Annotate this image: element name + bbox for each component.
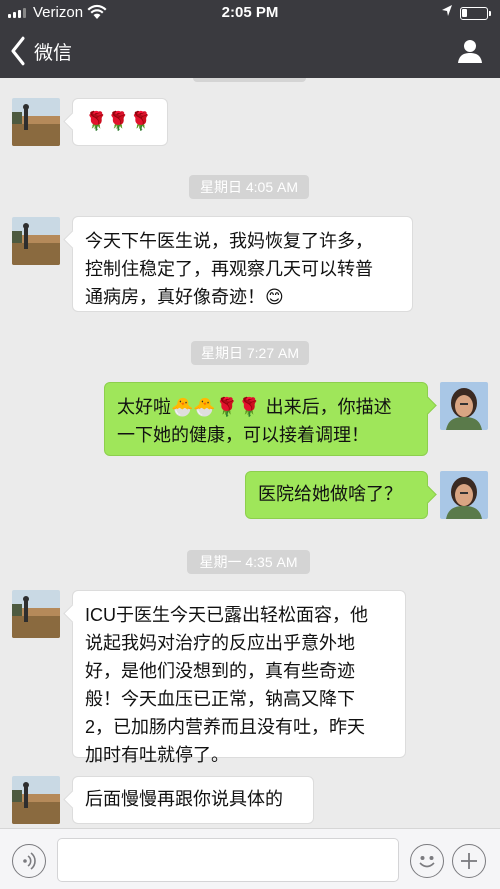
status-bar: Verizon 2:05 PM [0,0,500,26]
voice-icon [23,852,36,870]
message-bubble-sent[interactable]: 太好啦🐣🐣🌹🌹 出来后，你描述 一下她的健康，可以接着调理！ [104,382,428,456]
message-line: 控制住稳定了，再观察几天可以转普 [85,259,373,279]
contact-avatar[interactable] [12,98,60,146]
contact-avatar[interactable] [12,776,60,824]
message-line: 好，是他们没想到的，真有些奇迹 [85,661,355,681]
composer-bar [0,828,500,889]
message-line: 加时有吐就停了。 [85,745,229,765]
timestamp: 星期一 4:35 AM [187,550,310,574]
message-line: 通病房，真好像奇迹！😊 [85,287,284,307]
message-line: 今天下午医生说，我妈恢复了许多， [85,231,373,251]
status-time: 2:05 PM [221,4,279,21]
message-bubble[interactable]: 今天下午医生说，我妈恢复了许多， 控制住稳定了，再观察几天可以转普 通病房，真好… [72,216,413,312]
message-line: 太好啦🐣🐣🌹🌹 出来后，你描述 [117,397,392,417]
message-input[interactable] [57,838,399,882]
message-bubble[interactable]: ICU于医生今天已露出轻松面容，他 说起我妈对治疗的反应出乎意外地 好，是他们没… [72,590,406,765]
header: Verizon 2:05 PM 微信 [0,0,500,78]
message-line: 说起我妈对治疗的反应出乎意外地 [85,633,355,653]
my-avatar[interactable] [440,471,488,519]
message-bubble-sent[interactable]: 医院给她做啥了？ [245,471,428,519]
message-text: 后面慢慢再跟你说具体的 [85,789,283,809]
emoji-button[interactable] [410,844,444,878]
message-text: 医院给她做啥了？ [258,484,402,504]
timestamp: 星期日 4:05 AM [189,175,309,199]
chat-area[interactable]: 🌹🌹🌹 星期日 4:05 AM 今天下午医生说，我妈恢复了许多， 控制住稳定了，… [0,78,500,828]
message-bubble[interactable]: 🌹🌹🌹 [72,98,168,146]
contact-avatar[interactable] [12,217,60,265]
more-button[interactable] [452,844,486,878]
back-label: 微信 [34,42,73,64]
plus-icon [461,853,477,869]
message-bubble[interactable]: 后面慢慢再跟你说具体的 [72,776,314,824]
voice-button[interactable] [12,844,46,878]
timestamp-pill-partial [193,78,306,82]
location-arrow-icon [441,4,453,22]
message-line: ICU于医生今天已露出轻松面容，他 [85,605,368,625]
message-text: 🌹🌹🌹 [85,111,153,131]
message-line: 2，已加肠内营养而且没有吐，昨天 [85,717,366,737]
profile-button[interactable] [457,38,483,64]
timestamp: 星期日 7:27 AM [191,341,309,365]
message-line: 一下她的健康，可以接着调理！ [117,425,369,445]
contact-avatar[interactable] [12,590,60,638]
message-line: 般！今天血压已正常，钠高又降下 [85,689,355,709]
back-button[interactable]: 微信 [10,36,72,66]
smiley-icon [419,856,435,868]
battery-icon [460,7,491,20]
chevron-left-icon [11,36,25,66]
my-avatar[interactable] [440,382,488,430]
person-icon [458,40,482,63]
